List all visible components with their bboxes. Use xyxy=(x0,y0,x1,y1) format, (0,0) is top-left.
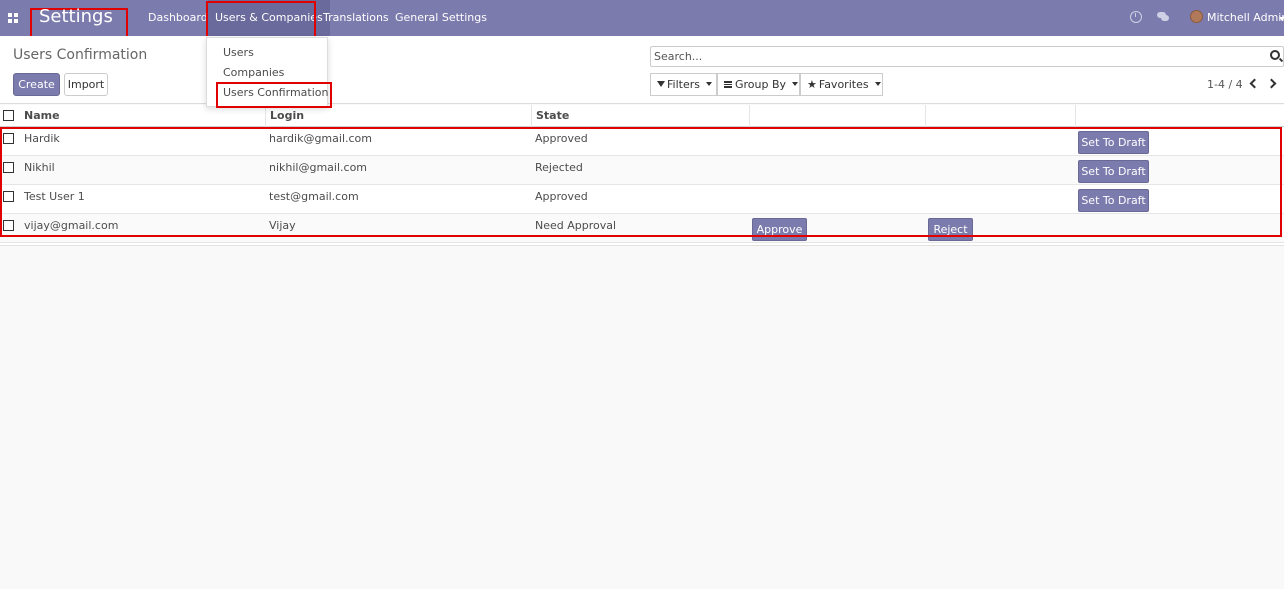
cell-name: Hardik xyxy=(24,132,60,145)
pager-value[interactable]: 1-4 / 4 xyxy=(1207,78,1243,91)
column-header-approve xyxy=(750,105,926,127)
filters-dropdown[interactable]: Filters xyxy=(650,73,717,96)
table-row[interactable]: vijay@gmail.com Vijay Need Approval Appr… xyxy=(0,214,1284,243)
cell-name: Nikhil xyxy=(24,161,55,174)
menu-general-settings[interactable]: General Settings xyxy=(395,0,487,36)
dropdown-item-users-confirmation[interactable]: Users Confirmation xyxy=(223,86,328,99)
chevron-down-icon xyxy=(705,82,712,86)
menu-dashboard[interactable]: Dashboard xyxy=(148,0,208,36)
user-menu-name[interactable]: Mitchell Admin xyxy=(1207,0,1284,35)
approve-button[interactable]: Approve xyxy=(752,218,807,241)
select-all-checkbox[interactable] xyxy=(3,110,14,121)
user-avatar[interactable] xyxy=(1190,10,1203,23)
set-to-draft-button[interactable]: Set To Draft xyxy=(1078,189,1149,212)
table-row[interactable]: Test User 1 test@gmail.com Approved Set … xyxy=(0,185,1284,214)
chevron-down-icon xyxy=(792,82,799,86)
search-input[interactable] xyxy=(654,49,1254,64)
page-title: Users Confirmation xyxy=(13,47,148,63)
apps-menu-icon[interactable] xyxy=(8,13,18,23)
groupby-label: Group By xyxy=(735,78,787,91)
favorites-dropdown[interactable]: ★ Favorites xyxy=(800,73,883,96)
cell-state: Approved xyxy=(535,132,588,145)
row-checkbox[interactable] xyxy=(3,191,14,202)
search-box xyxy=(650,46,1284,67)
cell-name: vijay@gmail.com xyxy=(24,219,119,232)
top-navbar: Settings Dashboard Users & Companies Tra… xyxy=(0,0,1284,40)
cell-login: hardik@gmail.com xyxy=(269,132,372,145)
import-button[interactable]: Import xyxy=(64,73,108,96)
column-header-name[interactable]: Name xyxy=(20,105,266,127)
activity-clock-icon[interactable] xyxy=(1130,11,1142,23)
column-header-state[interactable]: State xyxy=(532,105,750,127)
row-checkbox[interactable] xyxy=(3,220,14,231)
pager-previous-icon[interactable] xyxy=(1249,78,1260,89)
groupby-dropdown[interactable]: Group By xyxy=(717,73,800,96)
cell-state: Approved xyxy=(535,190,588,203)
cell-state: Rejected xyxy=(535,161,583,174)
favorites-label: Favorites xyxy=(818,78,869,91)
control-panel: Users Confirmation Create Import Filters… xyxy=(0,36,1284,104)
search-icon[interactable] xyxy=(1270,50,1280,60)
filter-icon xyxy=(657,81,665,87)
row-checkbox[interactable] xyxy=(3,162,14,173)
table-row[interactable]: Hardik hardik@gmail.com Approved Set To … xyxy=(0,127,1284,156)
column-header-reject xyxy=(926,105,1076,127)
dropdown-item-users[interactable]: Users xyxy=(223,46,254,59)
column-header-login[interactable]: Login xyxy=(266,105,532,127)
set-to-draft-button[interactable]: Set To Draft xyxy=(1078,160,1149,183)
user-menu-caret-icon[interactable] xyxy=(1279,17,1284,21)
filters-label: Filters xyxy=(667,78,700,91)
menu-translations[interactable]: Translations xyxy=(323,0,389,36)
users-companies-dropdown: Users Companies Users Confirmation xyxy=(206,37,328,107)
create-button[interactable]: Create xyxy=(13,73,60,96)
table-header: Name Login State xyxy=(0,105,1284,127)
star-icon: ★ xyxy=(807,78,817,91)
cell-login: nikhil@gmail.com xyxy=(269,161,368,174)
cell-login: Vijay xyxy=(269,219,296,232)
pager-next-icon[interactable] xyxy=(1266,78,1277,89)
reject-button[interactable]: Reject xyxy=(928,218,973,241)
groupby-icon xyxy=(724,80,732,88)
list-view: Name Login State Hardik hardik@gmail.com… xyxy=(0,105,1284,246)
chevron-down-icon xyxy=(874,82,881,86)
messaging-chat-icon[interactable] xyxy=(1157,11,1169,23)
menu-users-companies[interactable]: Users & Companies xyxy=(208,0,330,36)
set-to-draft-button[interactable]: Set To Draft xyxy=(1078,131,1149,154)
table-row[interactable]: Nikhil nikhil@gmail.com Rejected Set To … xyxy=(0,156,1284,185)
brand-label: Settings xyxy=(39,6,113,27)
row-checkbox[interactable] xyxy=(3,133,14,144)
cell-name: Test User 1 xyxy=(24,190,85,203)
cell-login: test@gmail.com xyxy=(269,190,359,203)
cell-state: Need Approval xyxy=(535,219,617,232)
dropdown-item-companies[interactable]: Companies xyxy=(223,66,284,79)
